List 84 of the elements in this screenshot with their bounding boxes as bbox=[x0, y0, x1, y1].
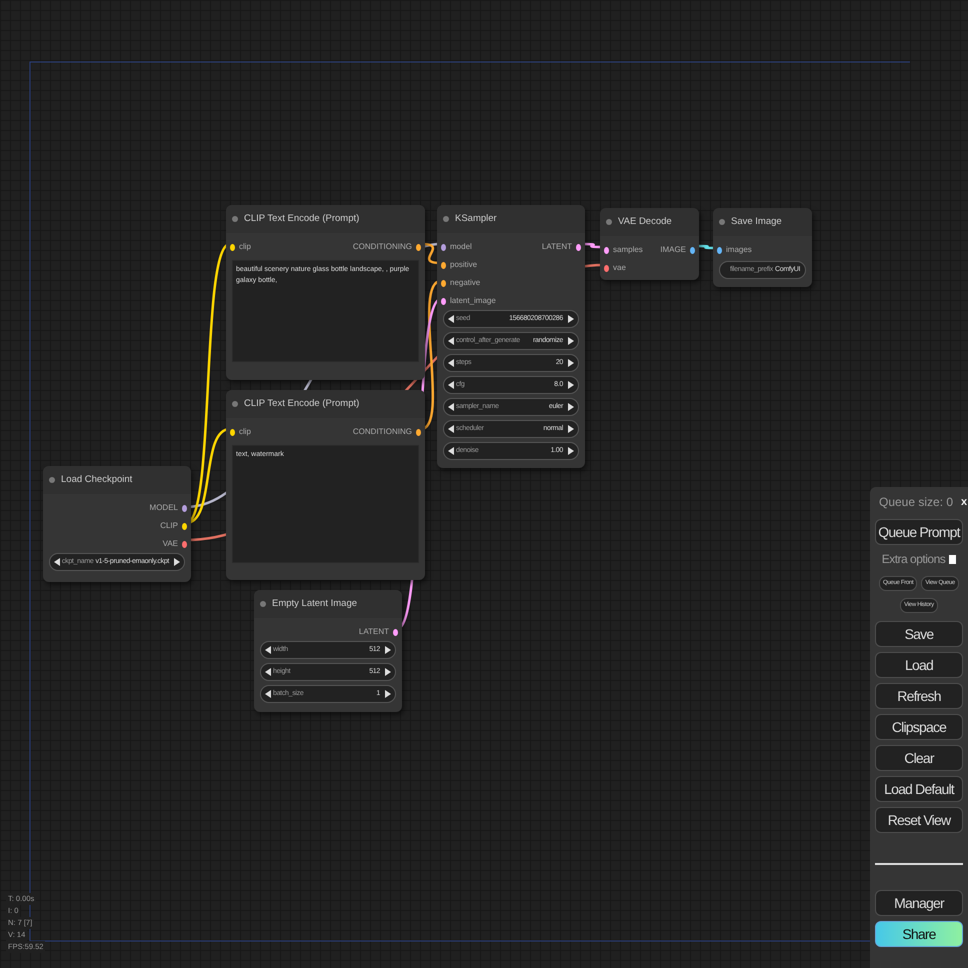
left-arrow-icon[interactable] bbox=[265, 668, 271, 676]
menu-button[interactable]: Refresh bbox=[875, 683, 963, 709]
input-slot-dot[interactable] bbox=[441, 298, 446, 304]
right-arrow-icon[interactable] bbox=[174, 558, 180, 566]
input-slot-dot[interactable] bbox=[230, 428, 235, 436]
left-arrow-icon[interactable] bbox=[265, 690, 271, 698]
menu-button[interactable]: Reset View bbox=[875, 807, 963, 833]
input-slot-dot[interactable] bbox=[441, 262, 446, 268]
output-slot-dot[interactable] bbox=[576, 244, 581, 250]
slot-label: clip bbox=[239, 426, 252, 438]
output-slot-dot[interactable] bbox=[393, 628, 398, 636]
right-arrow-icon[interactable] bbox=[385, 668, 391, 676]
input-slot-dot[interactable] bbox=[604, 246, 609, 254]
menu-button[interactable]: Load bbox=[875, 652, 963, 678]
right-arrow-icon[interactable] bbox=[568, 403, 574, 411]
output-slot-dot[interactable] bbox=[182, 540, 187, 548]
collapse-dot-icon[interactable] bbox=[260, 601, 266, 607]
slot-label: positive bbox=[450, 259, 478, 271]
extra-options-label: Extra options bbox=[882, 551, 946, 568]
menu-button[interactable]: Manager bbox=[875, 890, 963, 916]
extra-options-checkbox[interactable] bbox=[949, 554, 956, 564]
output-slot-dot[interactable] bbox=[416, 428, 421, 436]
node-title: Load Checkpoint bbox=[61, 472, 132, 487]
node-title: Save Image bbox=[731, 214, 782, 229]
menu-button[interactable]: Clipspace bbox=[875, 714, 963, 740]
slot-label: latent_image bbox=[450, 295, 496, 307]
slot-label: model bbox=[450, 241, 472, 253]
slot-label: VAE bbox=[162, 538, 178, 550]
input-slot-dot[interactable] bbox=[230, 244, 235, 250]
right-arrow-icon[interactable] bbox=[385, 690, 391, 698]
slot-label: images bbox=[726, 244, 752, 256]
slot-label: LATENT bbox=[542, 241, 572, 253]
left-arrow-icon[interactable] bbox=[448, 337, 454, 345]
input-slot-dot[interactable] bbox=[604, 264, 609, 272]
collapse-dot-icon[interactable] bbox=[443, 216, 449, 222]
node-title: CLIP Text Encode (Prompt) bbox=[244, 396, 360, 411]
slot-label: CONDITIONING bbox=[352, 426, 412, 438]
right-arrow-icon[interactable] bbox=[568, 381, 574, 389]
queue-size-label: Queue size: 0 bbox=[879, 494, 954, 511]
left-arrow-icon[interactable] bbox=[448, 425, 454, 433]
queue-prompt-button[interactable]: Queue Prompt bbox=[875, 519, 963, 545]
left-arrow-icon[interactable] bbox=[448, 381, 454, 389]
left-arrow-icon[interactable] bbox=[448, 315, 454, 323]
left-arrow-icon[interactable] bbox=[448, 447, 454, 455]
left-arrow-icon[interactable] bbox=[265, 646, 271, 654]
menu-button[interactable]: Clear bbox=[875, 745, 963, 771]
right-arrow-icon[interactable] bbox=[568, 315, 574, 323]
right-arrow-icon[interactable] bbox=[385, 646, 391, 654]
input-slot-dot[interactable] bbox=[441, 244, 446, 250]
menu-button[interactable]: Load Default bbox=[875, 776, 963, 802]
slot-label: CONDITIONING bbox=[352, 241, 412, 253]
collapse-dot-icon[interactable] bbox=[232, 401, 238, 407]
left-arrow-icon[interactable] bbox=[54, 558, 60, 566]
slot-label: clip bbox=[239, 241, 252, 253]
collapse-dot-icon[interactable] bbox=[232, 216, 238, 222]
node-title: VAE Decode bbox=[618, 214, 672, 229]
slot-label: negative bbox=[450, 277, 480, 289]
output-slot-dot[interactable] bbox=[182, 522, 187, 530]
collapse-dot-icon[interactable] bbox=[49, 477, 55, 483]
slot-label: IMAGE bbox=[660, 244, 686, 256]
slot-label: LATENT bbox=[358, 626, 389, 638]
right-arrow-icon[interactable] bbox=[568, 447, 574, 455]
slot-label: vae bbox=[613, 262, 626, 274]
left-arrow-icon[interactable] bbox=[448, 403, 454, 411]
input-slot-dot[interactable] bbox=[441, 280, 446, 286]
node-title: KSampler bbox=[455, 212, 497, 226]
output-slot-dot[interactable] bbox=[416, 244, 421, 250]
slot-label: samples bbox=[613, 244, 643, 256]
menu-button[interactable]: Share bbox=[875, 921, 963, 947]
node-title: CLIP Text Encode (Prompt) bbox=[244, 212, 360, 226]
close-button[interactable]: x bbox=[961, 496, 968, 508]
right-arrow-icon[interactable] bbox=[568, 359, 574, 367]
right-arrow-icon[interactable] bbox=[568, 337, 574, 345]
collapse-dot-icon[interactable] bbox=[606, 219, 612, 225]
input-slot-dot[interactable] bbox=[717, 246, 722, 254]
node-title: Empty Latent Image bbox=[272, 596, 358, 611]
collapse-dot-icon[interactable] bbox=[719, 219, 725, 225]
right-arrow-icon[interactable] bbox=[568, 425, 574, 433]
output-slot-dot[interactable] bbox=[182, 504, 187, 512]
left-arrow-icon[interactable] bbox=[448, 359, 454, 367]
slot-label: CLIP bbox=[160, 520, 178, 532]
menu-button[interactable]: Save bbox=[875, 621, 963, 647]
output-slot-dot[interactable] bbox=[690, 246, 695, 254]
slot-label: MODEL bbox=[150, 502, 178, 514]
